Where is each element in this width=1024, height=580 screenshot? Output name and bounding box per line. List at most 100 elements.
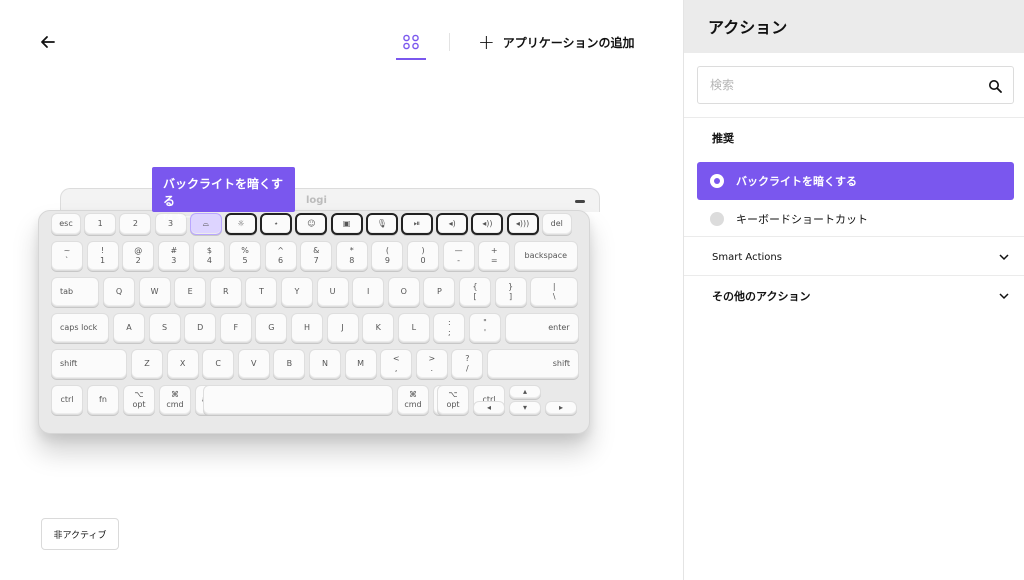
key-shift-right[interactable]: shift: [487, 349, 579, 379]
key-w[interactable]: W: [138, 277, 171, 307]
key-f13[interactable]: ◂))): [506, 213, 539, 235]
key-num-4[interactable]: $4: [193, 241, 226, 271]
key-f12[interactable]: ◂)): [471, 213, 504, 235]
key-j[interactable]: J: [326, 313, 359, 343]
key-f1[interactable]: 1: [84, 213, 117, 235]
key-opt-right[interactable]: ⌥ opt: [437, 385, 469, 415]
key-ctrl-left[interactable]: ctrl: [51, 385, 83, 415]
key-num-10[interactable]: ) 0: [407, 241, 439, 271]
key-a[interactable]: A: [113, 313, 145, 343]
smart-actions-section[interactable]: Smart Actions: [684, 238, 1024, 276]
key-zsym-0[interactable]: <,: [380, 349, 413, 379]
devices-tab[interactable]: [396, 28, 426, 60]
separator: [684, 236, 1024, 237]
key-c[interactable]: C: [202, 349, 235, 379]
key-arrow-down[interactable]: ▾: [509, 401, 541, 415]
separator: [684, 117, 1024, 118]
key-f8[interactable]: ▣: [330, 213, 363, 235]
key-num-9[interactable]: (9: [371, 241, 404, 271]
key-shift-left[interactable]: shift: [51, 349, 127, 379]
key-asym-1[interactable]: " ': [469, 313, 501, 343]
key-num-12[interactable]: + =: [478, 241, 511, 271]
key-cmd-left[interactable]: ⌘ cmd: [159, 385, 191, 415]
action-keyboard-shortcut[interactable]: キーボードショートカット: [697, 200, 1014, 238]
key-fn[interactable]: fn: [87, 385, 119, 415]
smart-actions-label: Smart Actions: [712, 251, 782, 263]
action-label: キーボードショートカット: [736, 213, 868, 226]
key-zsym-2[interactable]: ? /: [451, 349, 484, 379]
key-g[interactable]: G: [255, 313, 288, 343]
key-z[interactable]: Z: [131, 349, 163, 379]
key-i[interactable]: I: [352, 277, 385, 307]
key-zsym-1[interactable]: >.: [415, 349, 448, 379]
key-f2[interactable]: 2: [119, 213, 152, 235]
key-f7[interactable]: ☺: [295, 213, 328, 235]
key-n[interactable]: N: [309, 349, 341, 379]
key-v[interactable]: V: [237, 349, 270, 379]
key-num-11[interactable]: — -: [442, 241, 475, 271]
key-qsym-1[interactable]: }]: [494, 277, 527, 307]
add-application-label: アプリケーションの追加: [502, 35, 635, 50]
key-num-6[interactable]: ^ 6: [264, 241, 297, 271]
key-r[interactable]: R: [209, 277, 242, 307]
key-s[interactable]: S: [148, 313, 181, 343]
search-icon[interactable]: [988, 79, 1002, 93]
inactive-button[interactable]: 非アクティブ: [41, 518, 119, 550]
key-num-8[interactable]: * 8: [335, 241, 368, 271]
key-f[interactable]: F: [219, 313, 252, 343]
key-u[interactable]: U: [316, 277, 349, 307]
key-num-5[interactable]: % 5: [229, 241, 261, 271]
key-t[interactable]: T: [245, 277, 278, 307]
back-button[interactable]: [36, 30, 60, 54]
key-f9[interactable]: 🎙: [365, 213, 398, 235]
key-tooltip: バックライトを暗くする F4 キー: [152, 167, 295, 222]
plus-icon: +: [478, 30, 495, 54]
other-actions-label: その他のアクション: [712, 290, 811, 303]
search-input[interactable]: [698, 67, 958, 103]
key-o[interactable]: O: [387, 277, 420, 307]
key-x[interactable]: X: [166, 349, 199, 379]
key-num-7[interactable]: & 7: [300, 241, 333, 271]
keyboard-logo: logi: [306, 195, 327, 206]
key-h[interactable]: H: [291, 313, 323, 343]
key-qsym-2[interactable]: | \: [530, 277, 579, 307]
key-qsym-0[interactable]: {[: [459, 277, 491, 307]
key-enter[interactable]: enter: [504, 313, 579, 343]
key-b[interactable]: B: [273, 349, 306, 379]
key-arrow-right[interactable]: ▸: [545, 401, 577, 415]
key-del[interactable]: del: [541, 213, 572, 235]
key-f10[interactable]: ⏯: [401, 213, 433, 235]
key-y[interactable]: Y: [281, 277, 313, 307]
key-d[interactable]: D: [184, 313, 217, 343]
key-arrow-up[interactable]: ▴: [509, 385, 541, 399]
arrow-left-icon: [41, 36, 55, 48]
key-e[interactable]: E: [174, 277, 207, 307]
key-tab[interactable]: tab: [51, 277, 99, 307]
key-cmd-right[interactable]: ⌘ cmd: [397, 385, 429, 415]
key-q[interactable]: Q: [103, 277, 135, 307]
recommended-heading: 推奨: [712, 132, 734, 145]
key-f11[interactable]: ◂): [436, 213, 469, 235]
key-space[interactable]: [203, 385, 393, 415]
other-actions-section[interactable]: その他のアクション: [684, 277, 1024, 315]
key-num-3[interactable]: #3: [157, 241, 190, 271]
key-arrow-left[interactable]: ◂: [473, 401, 505, 415]
key-k[interactable]: K: [362, 313, 395, 343]
four-circles-icon: [403, 34, 419, 50]
key-p[interactable]: P: [423, 277, 456, 307]
key-m[interactable]: M: [344, 349, 377, 379]
tooltip-subtitle: F4 キー: [163, 213, 192, 222]
search-box[interactable]: [697, 66, 1014, 104]
key-l[interactable]: L: [397, 313, 430, 343]
header-divider: [449, 33, 450, 51]
key-caps-lock[interactable]: caps lock: [51, 313, 109, 343]
key-num-1[interactable]: ! 1: [86, 241, 119, 271]
add-application-button[interactable]: + アプリケーションの追加: [478, 30, 635, 54]
key-num-0[interactable]: ~ `: [51, 241, 83, 271]
key-num-2[interactable]: @2: [122, 241, 155, 271]
key-asym-0[interactable]: :;: [433, 313, 466, 343]
action-dim-backlight[interactable]: バックライトを暗くする: [697, 162, 1014, 200]
key-esc[interactable]: esc: [51, 213, 81, 235]
key-opt-left[interactable]: ⌥ opt: [123, 385, 155, 415]
key-backspace[interactable]: backspace: [513, 241, 578, 271]
